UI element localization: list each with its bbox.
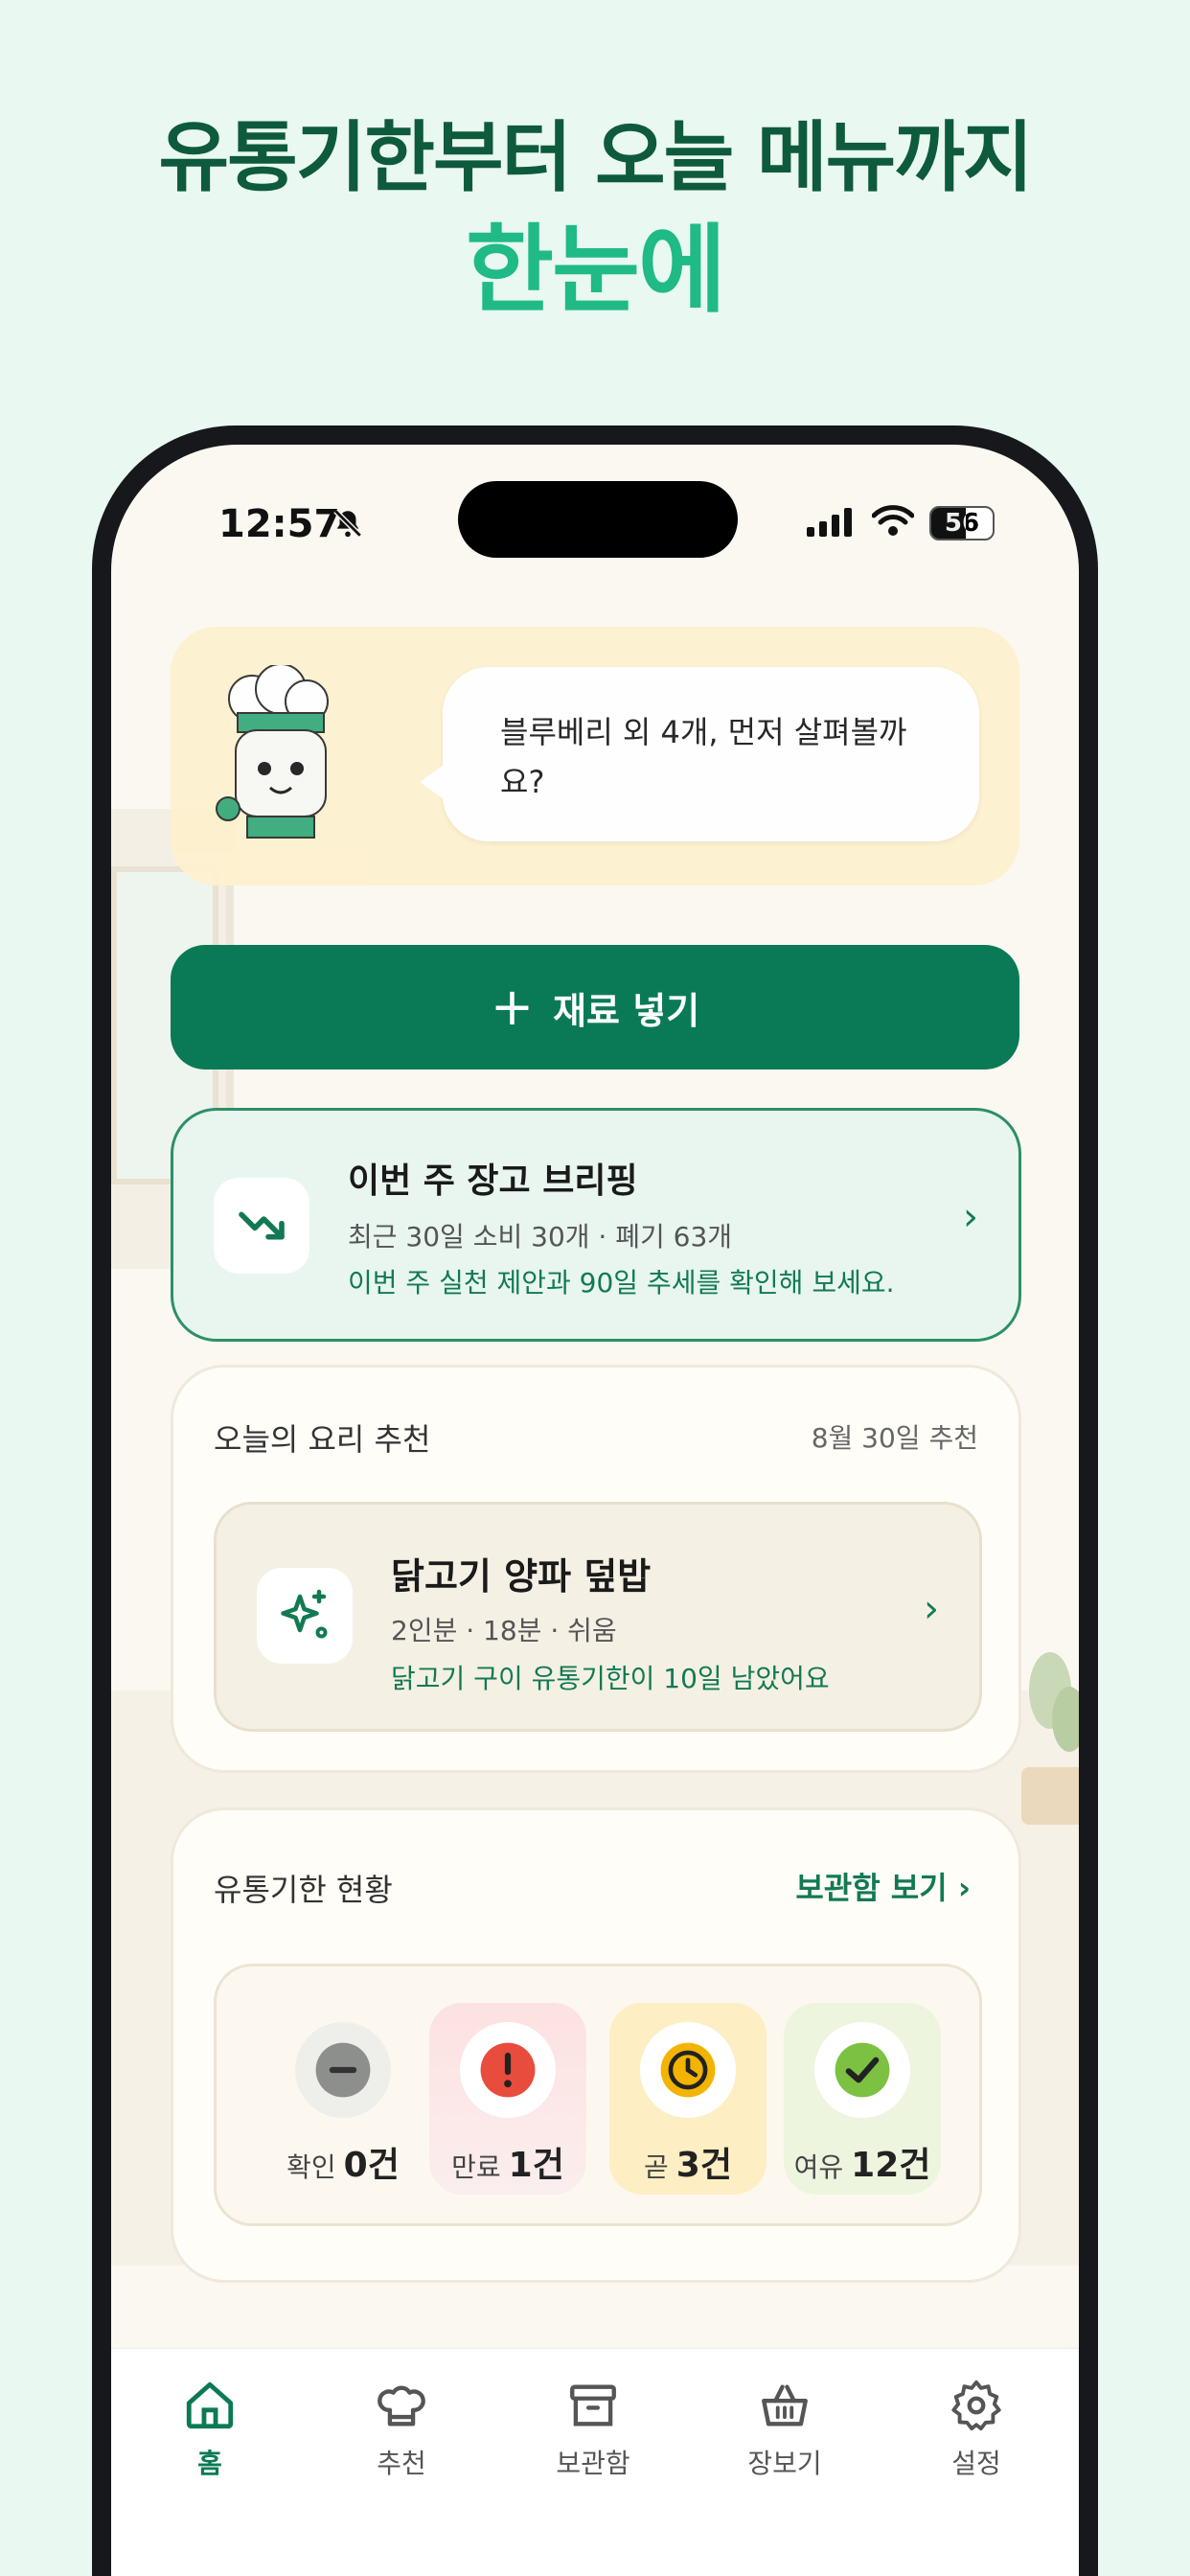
promo-headline: 유통기한부터 오늘 메뉴까지 (158, 113, 1034, 202)
minus-icon (295, 2022, 391, 2118)
hero-message: 블루베리 외 4개, 먼저 살펴볼까요? (500, 714, 907, 800)
tab-storage[interactable]: 보관함 (521, 2378, 665, 2481)
home-icon (186, 2381, 234, 2429)
chef-hat-icon (378, 2385, 425, 2426)
expiry-stats: 확인 0건 만료 1건 곧 3건 여유 12건 (214, 1964, 982, 2226)
checkmark-icon (814, 2022, 910, 2118)
tab-recommend[interactable]: 추천 (330, 2378, 473, 2481)
sparkles-icon (257, 1568, 353, 1664)
basket-icon (762, 2384, 808, 2426)
weekly-briefing-card[interactable]: 이번 주 장고 브리핑 최근 30일 소비 30개 · 폐기 63개 이번 주 … (171, 1108, 1021, 1342)
recipe-recommendation-card: 오늘의 요리 추천 8월 30일 추천 닭고기 양파 덮밥 2인분 · 18분 … (171, 1365, 1021, 1773)
exclamation-icon (460, 2022, 556, 2118)
add-ingredient-label: 재료 넣기 (553, 989, 700, 1032)
archive-icon (570, 2384, 616, 2426)
clock-icon (640, 2022, 736, 2118)
recommendation-section-title: 오늘의 요리 추천 (214, 1421, 431, 1458)
recommendation-date: 8월 30일 추천 (811, 1422, 978, 1454)
hero-banner: 블루베리 외 4개, 먼저 살펴볼까요? (171, 627, 1019, 886)
recipe-hint: 닭고기 구이 유통기한이 10일 남았어요 (391, 1663, 830, 1694)
stat-expired[interactable]: 만료 1건 (429, 2003, 586, 2195)
tab-settings[interactable]: 설정 (904, 2378, 1048, 2481)
expiry-section-title: 유통기한 현황 (214, 1872, 393, 1908)
recipe-title: 닭고기 양파 덮밥 (391, 1555, 652, 1598)
stat-label: 곧 (644, 2151, 669, 2183)
stat-value: 12건 (851, 2146, 931, 2185)
stat-label: 확인 (286, 2151, 336, 2183)
tab-label: 추천 (377, 2448, 426, 2479)
phone-frame: 12:57 56 블루베리 외 4개, 먼저 살펴볼까요? + 재료 넣기 이번… (92, 426, 1098, 2576)
briefing-hint: 이번 주 실천 제안과 90일 추세를 확인해 보세요. (348, 1267, 895, 1299)
recipe-meta: 2인분 · 18분 · 쉬움 (391, 1615, 617, 1646)
briefing-title: 이번 주 장고 브리핑 (348, 1162, 638, 1201)
add-ingredient-button[interactable]: + 재료 넣기 (171, 945, 1019, 1070)
signal-icon (807, 508, 852, 537)
tab-home[interactable]: 홈 (138, 2378, 282, 2481)
tab-label: 설정 (951, 2448, 1001, 2479)
tab-bar: 홈 추천 보관함 장보기 설정 (111, 2348, 1079, 2576)
wifi-icon (872, 505, 914, 536)
stat-value: 0건 (343, 2146, 400, 2185)
tab-label: 홈 (197, 2448, 222, 2479)
speech-bubble: 블루베리 외 4개, 먼저 살펴볼까요? (420, 667, 979, 841)
view-storage-link[interactable]: 보관함 보기 › (795, 1864, 971, 1908)
stat-plenty[interactable]: 여유 12건 (784, 2003, 941, 2195)
stat-value: 1건 (508, 2146, 564, 2185)
trend-down-icon (214, 1178, 309, 1274)
expiry-status-card: 유통기한 현황 보관함 보기 › 확인 0건 만료 1건 곧 3건 여유 12건 (171, 1807, 1021, 2283)
tab-shopping[interactable]: 장보기 (713, 2378, 857, 2481)
status-time: 12:57 (218, 502, 341, 546)
battery-indicator: 56 (929, 506, 995, 540)
stat-label: 여유 (793, 2151, 844, 2183)
dynamic-island (458, 481, 738, 558)
bell-muted-icon (333, 509, 362, 538)
battery-level: 56 (944, 509, 980, 538)
gear-icon (951, 2380, 1001, 2431)
status-bar: 12:57 56 (111, 445, 1079, 579)
stat-value: 3건 (675, 2146, 732, 2185)
chevron-right-icon: › (963, 1195, 978, 1239)
plus-icon: + (490, 977, 535, 1037)
briefing-summary: 최근 30일 소비 30개 · 폐기 63개 (348, 1221, 733, 1253)
stat-label: 만료 (451, 2151, 501, 2183)
stat-soon[interactable]: 곧 3건 (609, 2003, 767, 2195)
chevron-right-icon: › (924, 1587, 939, 1631)
chevron-right-icon: › (957, 1870, 971, 1906)
promo-subheadline: 한눈에 (466, 214, 726, 326)
tab-label: 장보기 (747, 2448, 822, 2479)
recipe-item[interactable]: 닭고기 양파 덮밥 2인분 · 18분 · 쉬움 닭고기 구이 유통기한이 10… (214, 1502, 982, 1732)
stat-check[interactable]: 확인 0건 (264, 2003, 422, 2195)
chef-mascot-icon (216, 665, 329, 839)
view-storage-label: 보관함 보기 (795, 1870, 948, 1906)
tab-label: 보관함 (556, 2448, 630, 2479)
app-screen: 12:57 56 블루베리 외 4개, 먼저 살펴볼까요? + 재료 넣기 이번… (111, 445, 1079, 2576)
